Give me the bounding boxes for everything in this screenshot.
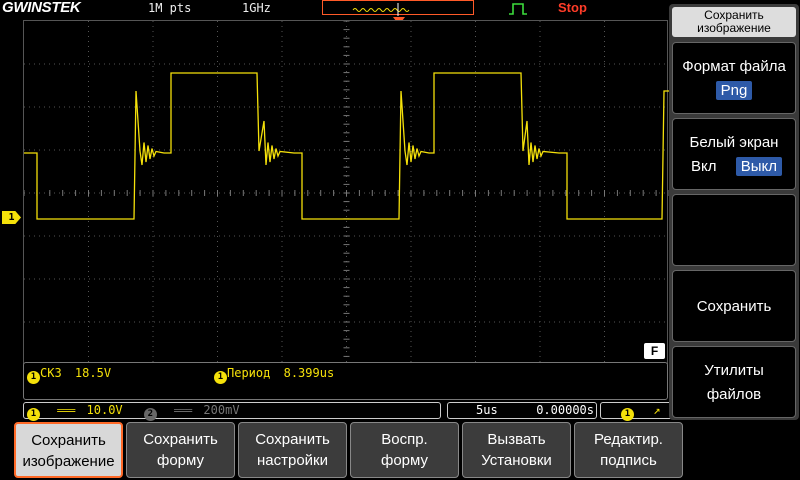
measurement-period-label: Период: [227, 366, 271, 380]
softkey-label: Вызвать: [487, 431, 546, 448]
ch2-badge: 2: [143, 408, 157, 421]
softkey-save-waveform[interactable]: Сохранить форму: [126, 422, 235, 478]
side-menu-title-line2: изображение: [697, 21, 771, 35]
sample-rate: 1GHz: [242, 1, 271, 15]
measurement-rms: 1 СКЗ 18.5V: [27, 366, 111, 384]
softkey-edit-label[interactable]: Редактир. подпись: [574, 422, 683, 478]
horizontal-position: 0.00000s: [536, 403, 594, 417]
inkjet-saver-button[interactable]: Белый экран Вкл Выкл: [672, 118, 796, 190]
file-utilities-line2: файлов: [706, 386, 762, 403]
ch1-coupling-icon: ═══: [57, 406, 76, 417]
empty-side-button[interactable]: [672, 194, 796, 266]
memory-position-bar: [322, 0, 474, 16]
softkey-label: форму: [380, 452, 428, 469]
ch2-coupling-icon: ═══: [174, 406, 193, 417]
trigger-slope-icon: ↗: [653, 403, 661, 417]
softkey-label: подпись: [600, 452, 657, 469]
softkey-label: Сохранить: [255, 431, 330, 448]
softkey-save-image[interactable]: Сохранить изображение: [14, 422, 123, 478]
inkjet-off-option: Выкл: [735, 157, 782, 176]
file-utilities-button[interactable]: Утилиты файлов: [672, 346, 796, 418]
file-format-label: Формат файла: [682, 58, 786, 75]
softkey-label: Редактир.: [594, 431, 663, 448]
softkey-label: Установки: [481, 452, 552, 469]
softkey-recall-waveform[interactable]: Воспр. форму: [350, 422, 459, 478]
inkjet-on-option: Вкл: [691, 158, 717, 175]
measurement-rms-label: СКЗ: [40, 366, 62, 380]
file-format-value: Png: [715, 81, 753, 100]
waveform-display: [23, 20, 669, 365]
file-format-button[interactable]: Формат файла Png: [672, 42, 796, 114]
ch1-badge: 1: [27, 408, 40, 421]
ch1-badge: 1: [27, 371, 40, 384]
softkey-save-setup[interactable]: Сохранить настройки: [238, 422, 347, 478]
screen-info-badge: F: [644, 343, 665, 359]
ch2-scale: 200mV: [203, 403, 240, 417]
channel-scale-box[interactable]: 1 ═══ 10.0V 2 ═══ 200mV: [23, 402, 441, 421]
save-label: Сохранить: [696, 298, 772, 315]
timebase-scale: 5us: [476, 403, 498, 417]
side-menu: Сохранить изображение Формат файла Png Б…: [669, 4, 799, 420]
side-menu-title: Сохранить изображение: [672, 7, 796, 37]
softkey-label: форму: [156, 452, 204, 469]
graticule: [24, 21, 669, 365]
softkey-label: Сохранить: [143, 431, 218, 448]
measurement-panel: 1 СКЗ 18.5V 1 Период 8.399us: [23, 362, 668, 400]
ch1-scale: 10.0V: [86, 403, 123, 417]
channel-status-bar: 1 ═══ 10.0V 2 ═══ 200mV 5us 0.00000s 1 ↗: [23, 402, 773, 421]
brand-logo: GWINSTEK: [2, 0, 81, 16]
run-state: Stop: [558, 0, 587, 15]
softkey-label: изображение: [22, 453, 115, 470]
softkey-recall-setup[interactable]: Вызвать Установки: [462, 422, 571, 478]
file-utilities-line1: Утилиты: [704, 362, 764, 379]
softkey-label: настройки: [256, 452, 328, 469]
ch1-badge: 1: [214, 371, 227, 384]
trigger-edge-icon: [509, 3, 527, 15]
inkjet-saver-label: Белый экран: [689, 134, 779, 151]
ch1-ground-marker[interactable]: 1: [2, 211, 21, 224]
softkey-label: Сохранить: [31, 432, 106, 449]
measurement-rms-value: 18.5V: [74, 366, 112, 380]
trigger-source-badge: 1: [621, 408, 634, 421]
softkey-label: Воспр.: [381, 431, 428, 448]
bottom-softkeys: Сохранить изображение Сохранить форму Сохр…: [14, 422, 694, 480]
top-status-bar: GWINSTEK 1M pts 1GHz Stop: [0, 0, 668, 16]
measurement-period: 1 Период 8.399us: [214, 366, 334, 384]
save-button[interactable]: Сохранить: [672, 270, 796, 342]
measurement-period-value: 8.399us: [283, 366, 335, 380]
waveform-overview-icon: [352, 3, 410, 16]
memory-depth: 1M pts: [148, 1, 192, 15]
timebase-box[interactable]: 5us 0.00000s: [447, 402, 597, 419]
